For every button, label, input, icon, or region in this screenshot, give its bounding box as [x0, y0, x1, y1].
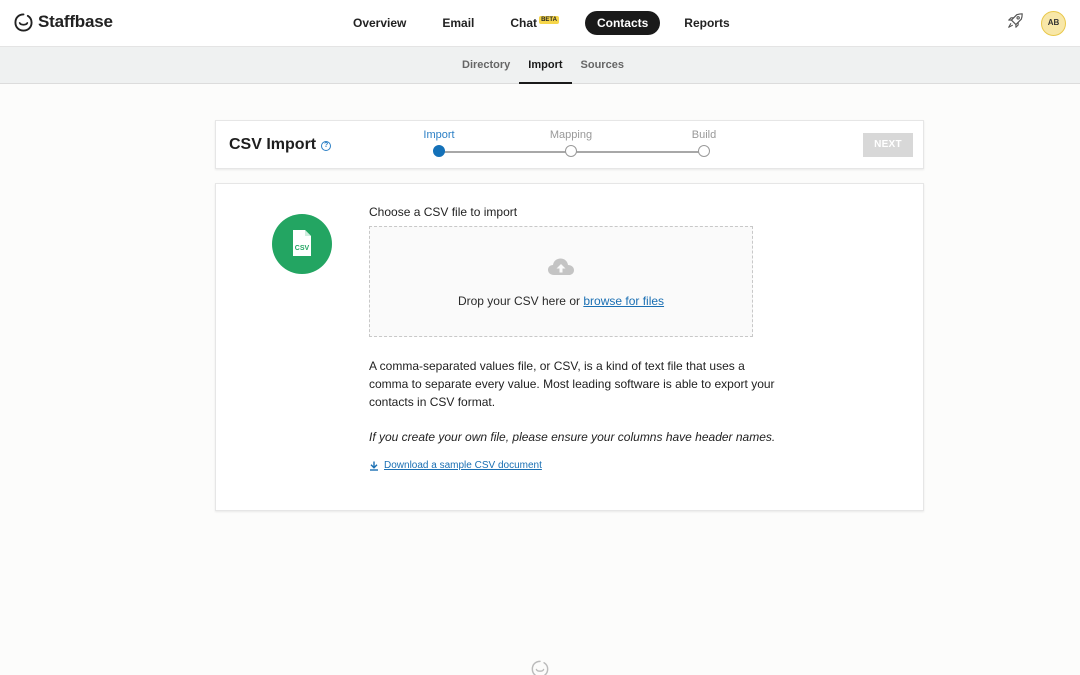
step-label: Import — [423, 129, 455, 141]
drop-text: Drop your CSV here or — [457, 294, 580, 308]
header-names-hint: If you create your own file, please ensu… — [369, 430, 776, 444]
tab-directory[interactable]: Directory — [453, 47, 519, 84]
step-build: Build — [674, 129, 734, 157]
staffbase-logo-icon — [531, 660, 549, 675]
step-indicator — [433, 145, 445, 157]
nav-item-contacts[interactable]: Contacts — [584, 11, 661, 35]
choose-file-label: Choose a CSV file to import — [369, 205, 518, 219]
nav-item-reports[interactable]: Reports — [666, 11, 747, 35]
import-stepper: Import Mapping Build — [421, 129, 721, 161]
contacts-subnav: Directory Import Sources — [453, 47, 633, 84]
nav-item-label: Email — [442, 16, 475, 30]
nav-item-overview[interactable]: Overview — [335, 11, 424, 35]
top-navigation-bar: Staffbase Overview Email Chat BETA Contac… — [0, 0, 1080, 47]
page-title: CSV Import ? — [229, 136, 332, 154]
footer-logo — [531, 660, 549, 675]
staffbase-logo-icon — [14, 12, 33, 32]
drop-instructions: Drop your CSV here or browse for files — [370, 294, 752, 308]
rocket-button[interactable] — [1006, 12, 1024, 35]
browse-files-link[interactable]: browse for files — [583, 294, 664, 308]
csv-file-icon: CSV — [293, 230, 311, 256]
nav-item-email[interactable]: Email — [424, 11, 492, 35]
user-avatar[interactable]: AB — [1041, 11, 1066, 36]
help-icon[interactable]: ? — [321, 141, 332, 151]
step-label: Mapping — [549, 129, 593, 141]
tab-sources[interactable]: Sources — [572, 47, 633, 84]
download-icon — [370, 461, 378, 471]
import-header-card: CSV Import ? Import Mapping Build NEXT — [215, 120, 924, 169]
brand-logo[interactable]: Staffbase — [14, 12, 113, 32]
csv-description: A comma-separated values file, or CSV, i… — [369, 359, 775, 409]
csv-badge: CSV — [272, 214, 332, 274]
nav-item-label: Contacts — [596, 16, 649, 30]
step-mapping: Mapping — [541, 129, 601, 157]
nav-item-label: Reports — [684, 16, 730, 30]
brand-name: Staffbase — [38, 12, 113, 31]
page-title-text: CSV Import — [229, 136, 317, 153]
download-sample-text: Download a sample CSV document — [384, 460, 542, 471]
step-label: Build — [691, 129, 717, 141]
upload-card: CSV Choose a CSV file to import Drop you… — [215, 183, 924, 511]
step-indicator — [698, 145, 710, 157]
beta-badge: BETA — [539, 16, 559, 24]
next-button[interactable]: NEXT — [863, 133, 913, 157]
rocket-icon — [1008, 13, 1023, 28]
nav-item-label: Overview — [353, 16, 407, 30]
step-import: Import — [409, 129, 469, 157]
step-indicator — [565, 145, 577, 157]
main-nav: Overview Email Chat BETA Contacts Reports — [335, 11, 748, 35]
nav-item-label: Chat — [510, 16, 538, 30]
cloud-upload-icon — [548, 258, 574, 275]
tab-import[interactable]: Import — [519, 47, 572, 84]
download-sample-link[interactable]: Download a sample CSV document — [369, 460, 542, 471]
nav-item-chat[interactable]: Chat BETA — [492, 11, 577, 35]
csv-file-icon-label: CSV — [295, 245, 310, 252]
sub-navigation-bar: Directory Import Sources — [0, 47, 1080, 84]
csv-dropzone[interactable]: Drop your CSV here or browse for files — [369, 226, 753, 337]
